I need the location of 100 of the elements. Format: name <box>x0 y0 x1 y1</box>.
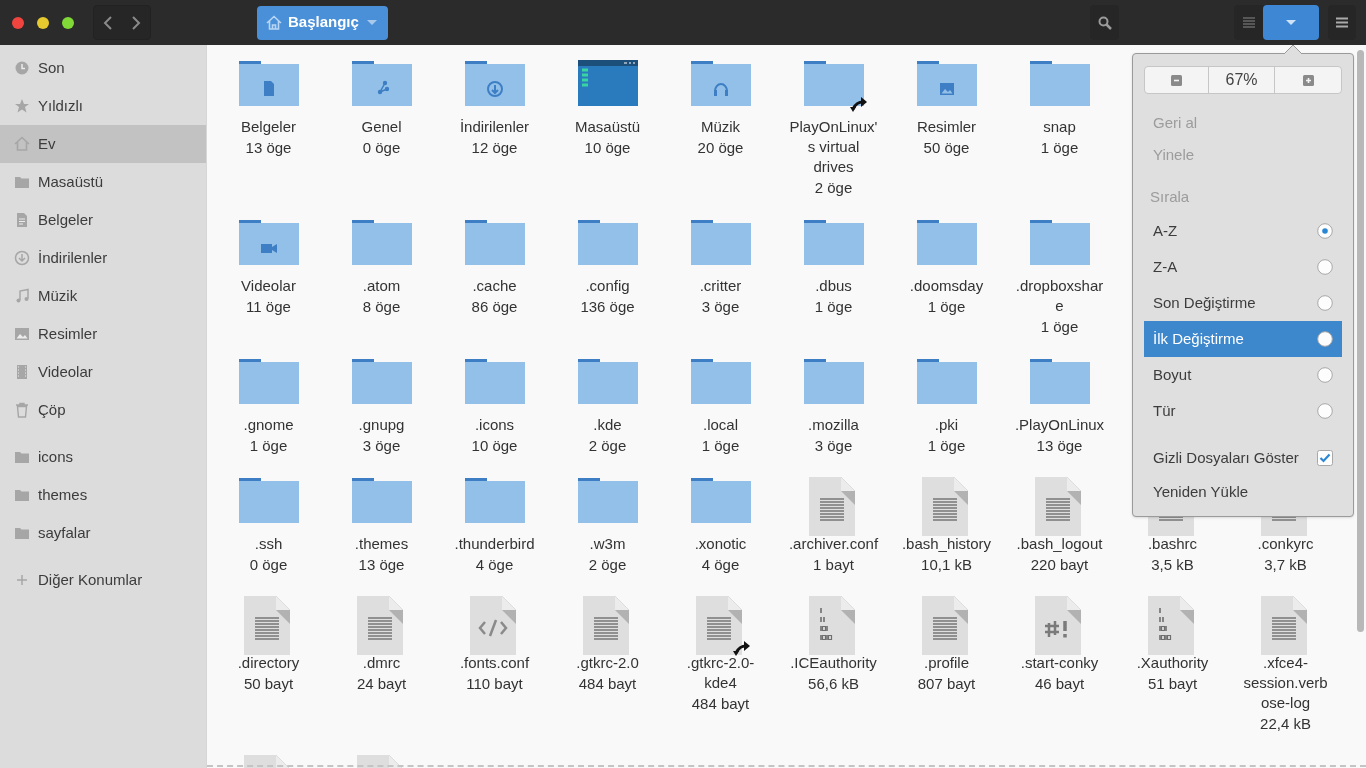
item-count: 50 öge <box>923 138 970 158</box>
sidebar-item[interactable]: sayfalar <box>0 514 206 552</box>
item-count: 1 öge <box>814 297 853 317</box>
file-name: .dmrc <box>361 653 402 673</box>
music-note-icon <box>14 288 30 304</box>
radio-button[interactable] <box>1317 331 1333 347</box>
folder-icon <box>14 449 30 465</box>
sidebar-item[interactable]: Masaüstü <box>0 163 206 201</box>
minus-icon <box>1171 74 1182 86</box>
item-count: 50 bayt <box>243 674 294 694</box>
search-button[interactable] <box>1090 5 1119 40</box>
file-name: .xonotic <box>693 534 748 554</box>
file-name: snap <box>1042 117 1077 137</box>
list-icon <box>1242 17 1255 28</box>
radio-button[interactable] <box>1317 367 1333 383</box>
item-count: 3 öge <box>701 297 740 317</box>
item-count: 110 bayt <box>466 674 523 694</box>
sidebar-item[interactable]: Son <box>0 49 206 87</box>
folder-icon <box>14 487 30 503</box>
item-count: 3 öge <box>814 436 853 456</box>
file-name: .Xauthority <box>1135 653 1210 673</box>
checkbox[interactable] <box>1317 450 1333 466</box>
menu-item[interactable]: Gizli Dosyaları Göster <box>1144 442 1342 474</box>
file-name: .bashrc <box>1146 534 1199 554</box>
sidebar-item[interactable]: İndirilenler <box>0 239 206 277</box>
item-count: 20 öge <box>697 138 744 158</box>
item-count: 46 bayt <box>1034 674 1085 694</box>
sidebar-item[interactable]: Belgeler <box>0 201 206 239</box>
file-name: PlayOnLinux's virtual drives <box>788 117 879 177</box>
folder-icon <box>14 174 30 190</box>
file-name: .bash_logout <box>1015 534 1104 554</box>
sidebar-item[interactable]: Yıldızlı <box>0 87 206 125</box>
file-name: Müzik <box>699 117 742 137</box>
item-count: 0 öge <box>249 555 288 575</box>
file-name: .themes <box>353 534 410 554</box>
sidebar-item[interactable]: themes <box>0 476 206 514</box>
sidebar-item[interactable]: Diğer Konumlar <box>0 561 206 599</box>
item-count: 13 öge <box>358 555 405 575</box>
file-name: .ssh <box>253 534 284 554</box>
radio-button[interactable] <box>1317 295 1333 311</box>
file-name: Genel <box>360 117 403 137</box>
file-name: .doomsday <box>908 276 985 296</box>
file-name: .local <box>702 415 739 435</box>
item-count: 1 bayt <box>813 555 854 575</box>
sidebar-item[interactable]: Videolar <box>0 353 206 391</box>
sort-option[interactable]: İlk Değiştirme <box>1144 321 1342 357</box>
zoom-level: 67% <box>1209 67 1275 93</box>
item-count: 3,7 kB <box>1264 555 1307 575</box>
item-count: 12 öge <box>471 138 518 158</box>
file-name: .PlayOnLinux <box>1013 415 1106 435</box>
minimize-window-icon[interactable] <box>36 15 50 30</box>
image-icon <box>14 326 30 342</box>
sidebar-item[interactable]: Müzik <box>0 277 206 315</box>
sort-option[interactable]: Boyut <box>1144 357 1342 393</box>
chevron-right-icon <box>131 15 141 30</box>
sort-option[interactable]: A-Z <box>1144 213 1342 249</box>
item-count: 10,1 kB <box>921 555 972 575</box>
file-name: .gnupg <box>357 415 406 435</box>
home-icon <box>266 15 282 30</box>
file-name: Belgeler <box>239 117 297 137</box>
file-name: .directory <box>236 653 301 673</box>
sidebar-item[interactable]: Resimler <box>0 315 206 353</box>
menu-button[interactable] <box>1328 5 1356 40</box>
sort-option[interactable]: Tür <box>1144 393 1342 429</box>
item-count: 11 öge <box>246 297 291 317</box>
item-count: 4 öge <box>701 555 740 575</box>
item-count: 22,4 kB <box>1260 714 1311 734</box>
item-count: 2 öge <box>814 178 853 198</box>
item-count: 2 öge <box>588 436 627 456</box>
close-window-icon[interactable] <box>11 15 25 30</box>
item-count: 484 bayt <box>578 674 637 694</box>
file-name: .kde <box>592 415 623 435</box>
search-icon <box>1097 15 1112 30</box>
file-name: .ICEauthority <box>789 653 878 673</box>
file-name: .dropboxshare <box>1014 276 1105 316</box>
item-count: 51 bayt <box>1147 674 1198 694</box>
maximize-window-icon[interactable] <box>61 15 75 30</box>
radio-button[interactable] <box>1317 223 1333 239</box>
menu-icon <box>1336 17 1348 28</box>
item-count: 1 öge <box>1040 317 1079 337</box>
file-name: Masaüstü <box>573 117 641 137</box>
file-name: .gtkrc-2.0 <box>575 653 640 673</box>
sort-option[interactable]: Son Değiştirme <box>1144 285 1342 321</box>
sort-option[interactable]: Z-A <box>1144 249 1342 285</box>
file-name: .profile <box>923 653 970 673</box>
section-heading: Sırala <box>1149 187 1191 208</box>
plus-icon <box>14 572 30 588</box>
sidebar-item[interactable]: icons <box>0 438 206 476</box>
sidebar-item[interactable]: Çöp <box>0 391 206 429</box>
file-name: .icons <box>473 415 516 435</box>
file-name: .cache <box>471 276 518 296</box>
download-icon <box>14 250 30 266</box>
item-count: 1 öge <box>249 436 288 456</box>
radio-button[interactable] <box>1317 259 1333 275</box>
menu-item[interactable]: Yeniden Yükle <box>1144 474 1342 510</box>
home-icon <box>14 136 30 152</box>
scrollbar[interactable] <box>1357 50 1364 632</box>
sidebar-item[interactable]: Ev <box>0 125 206 163</box>
radio-button[interactable] <box>1317 403 1333 419</box>
item-count: 0 öge <box>362 138 401 158</box>
